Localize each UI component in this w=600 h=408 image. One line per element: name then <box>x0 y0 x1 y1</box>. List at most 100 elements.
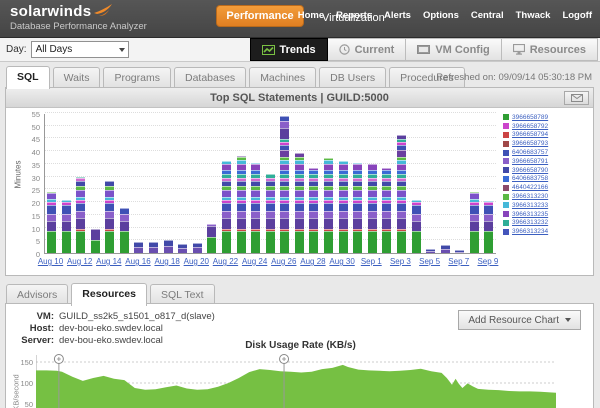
nav-link-central[interactable]: Central <box>471 10 504 21</box>
tab-db-users[interactable]: DB Users <box>319 67 386 88</box>
nav-link-alerts[interactable]: Alerts <box>384 10 411 21</box>
view-button-trends[interactable]: Trends <box>250 38 328 61</box>
legend-item-6406683757[interactable]: 6406683757 <box>503 148 591 157</box>
view-button-resources[interactable]: Resources <box>502 38 598 61</box>
view-button-vm-config[interactable]: VM Config <box>406 38 501 61</box>
legend-item-3966313234[interactable]: 3966313234 <box>503 227 591 236</box>
xlabel-aug-30[interactable]: Aug 30 <box>327 257 357 266</box>
bar-aug-31[interactable] <box>353 163 362 253</box>
bar-aug-27[interactable] <box>295 153 304 253</box>
bar-sep-4[interactable] <box>412 200 421 253</box>
xlabel-sep-9[interactable]: Sep 9 <box>473 257 503 266</box>
bar-aug-30[interactable] <box>339 161 348 253</box>
xlabel-sep-7[interactable]: Sep 7 <box>444 257 474 266</box>
bar-aug-10[interactable] <box>47 192 56 253</box>
bar-sep-7[interactable] <box>455 250 464 253</box>
xlabel-aug-24[interactable]: Aug 24 <box>240 257 270 266</box>
nav-link-home[interactable]: Home <box>298 10 324 21</box>
bar-aug-14[interactable] <box>105 181 114 253</box>
legend-item-3966313235[interactable]: 3966313235 <box>503 210 591 219</box>
bar-segment <box>426 251 435 253</box>
bar-aug-24[interactable] <box>251 163 260 253</box>
day-select[interactable]: All Days <box>31 41 129 58</box>
ytick-20: 20 <box>14 199 40 208</box>
nav-link-options[interactable]: Options <box>423 10 459 21</box>
tab-advisors[interactable]: Advisors <box>6 284 68 305</box>
bar-aug-18[interactable] <box>164 240 173 253</box>
refreshed-timestamp: Refreshed on: 09/09/14 05:30:18 PM <box>436 72 592 83</box>
bar-aug-20[interactable] <box>193 243 202 253</box>
legend-item-3966658791[interactable]: 3966658791 <box>503 157 591 166</box>
nav-link-thwack[interactable]: Thwack <box>516 10 551 21</box>
bar-aug-15[interactable] <box>120 208 129 253</box>
tab-machines[interactable]: Machines <box>249 67 316 88</box>
bar-sep-6[interactable] <box>441 245 450 253</box>
legend-item-6406683758[interactable]: 6406683758 <box>503 175 591 184</box>
bar-aug-16[interactable] <box>134 242 143 253</box>
legend-item-3966658792[interactable]: 3966658792 <box>503 122 591 131</box>
xlabel-sep-3[interactable]: Sep 3 <box>385 257 415 266</box>
legend-item-3966658793[interactable]: 3966658793 <box>503 139 591 148</box>
xlabel-aug-18[interactable]: Aug 18 <box>152 257 182 266</box>
xlabel-aug-14[interactable]: Aug 14 <box>94 257 124 266</box>
xlabel-aug-26[interactable]: Aug 26 <box>269 257 299 266</box>
bar-sep-3[interactable] <box>397 135 406 253</box>
bar-sep-5[interactable] <box>426 249 435 253</box>
xlabel-sep-5[interactable]: Sep 5 <box>415 257 445 266</box>
view-button-current[interactable]: Current <box>328 38 407 61</box>
bar-segment <box>295 211 304 218</box>
bar-aug-21[interactable] <box>207 224 216 253</box>
legend-item-3966313232[interactable]: 3966313232 <box>503 219 591 228</box>
gridline-50 <box>45 125 496 126</box>
bar-aug-25[interactable] <box>266 174 275 253</box>
legend-item-3966313233[interactable]: 3966313233 <box>503 201 591 210</box>
ytick-35: 35 <box>14 161 40 170</box>
performance-button[interactable]: Performance <box>216 5 304 27</box>
add-resource-chart-button[interactable]: Add Resource Chart <box>458 310 581 330</box>
tab-sql[interactable]: SQL <box>6 66 50 89</box>
xlabel-aug-16[interactable]: Aug 16 <box>123 257 153 266</box>
bar-aug-29[interactable] <box>324 158 333 253</box>
tab-waits[interactable]: Waits <box>53 67 101 88</box>
legend-item-4640422166[interactable]: 4640422166 <box>503 183 591 192</box>
xlabel-sep-1[interactable]: Sep 1 <box>356 257 386 266</box>
nav-link-reports[interactable]: Reports <box>336 10 372 21</box>
tab-sql-text[interactable]: SQL Text <box>150 284 215 305</box>
bar-segment <box>266 218 275 229</box>
legend-item-3966658790[interactable]: 3966658790 <box>503 166 591 175</box>
bar-aug-26[interactable] <box>280 116 289 253</box>
bar-aug-28[interactable] <box>309 168 318 253</box>
bar-sep-8[interactable] <box>470 192 479 253</box>
legend-item-3966658789[interactable]: 3966658789 <box>503 113 591 122</box>
email-chart-button[interactable] <box>564 91 589 105</box>
bar-segment <box>280 121 289 128</box>
bar-segment <box>309 211 318 218</box>
bar-aug-13[interactable] <box>91 229 100 253</box>
bar-segment <box>484 214 493 221</box>
chevron-down-icon <box>565 318 571 322</box>
legend-swatch <box>503 167 509 173</box>
bar-aug-22[interactable] <box>222 161 231 253</box>
legend-item-3966658794[interactable]: 3966658794 <box>503 131 591 140</box>
bar-aug-12[interactable] <box>76 177 85 253</box>
tab-databases[interactable]: Databases <box>174 67 246 88</box>
bar-aug-23[interactable] <box>237 156 246 253</box>
bar-sep-1[interactable] <box>368 164 377 253</box>
xlabel-aug-12[interactable]: Aug 12 <box>65 257 95 266</box>
xlabel-aug-22[interactable]: Aug 22 <box>210 257 240 266</box>
tab-programs[interactable]: Programs <box>103 67 171 88</box>
bar-aug-17[interactable] <box>149 242 158 253</box>
bar-segment <box>368 211 377 218</box>
bar-sep-9[interactable] <box>484 201 493 253</box>
legend-label: 6406683757 <box>512 149 548 156</box>
top-sql-panel: Top SQL Statements | GUILD:5000 Minutes … <box>5 87 594 276</box>
bar-sep-2[interactable] <box>382 168 391 253</box>
bar-aug-11[interactable] <box>62 200 71 253</box>
bar-aug-19[interactable] <box>178 244 187 253</box>
tab-resources[interactable]: Resources <box>71 283 147 306</box>
legend-item-3966313230[interactable]: 3966313230 <box>503 192 591 201</box>
xlabel-aug-28[interactable]: Aug 28 <box>298 257 328 266</box>
nav-link-logoff[interactable]: Logoff <box>562 10 592 21</box>
xlabel-aug-10[interactable]: Aug 10 <box>36 257 66 266</box>
xlabel-aug-20[interactable]: Aug 20 <box>181 257 211 266</box>
